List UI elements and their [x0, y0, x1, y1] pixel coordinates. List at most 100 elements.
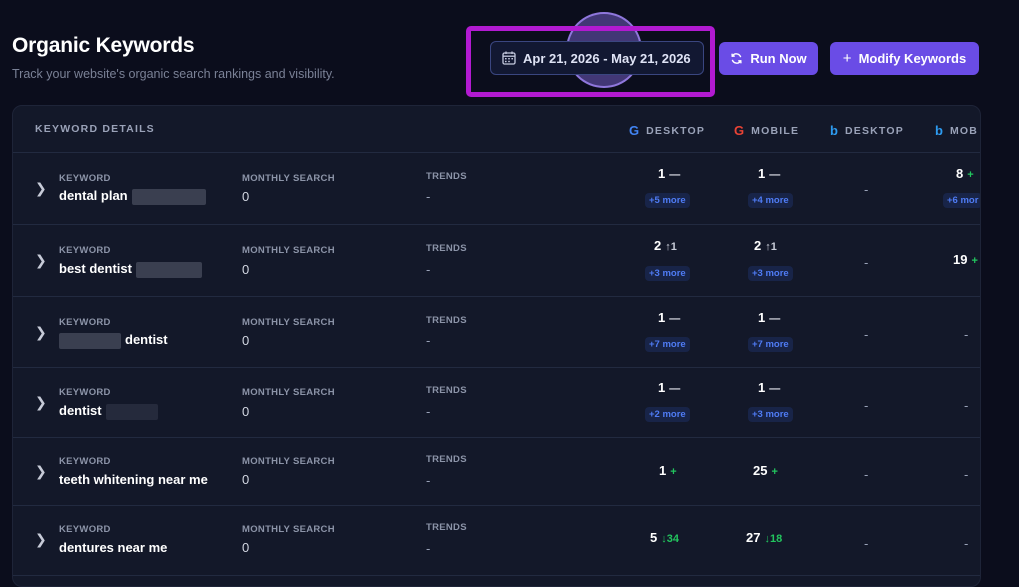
run-now-button[interactable]: Run Now [719, 42, 818, 75]
bing-icon: b [830, 123, 838, 138]
trends-label: TRENDS [426, 454, 467, 465]
google-mobile-rank: 1— [758, 380, 781, 395]
table-row[interactable]: ❯ KEYWORD best dentist MONTHLY SEARCH 0 … [13, 224, 980, 297]
google-desktop-rank: 1— [658, 166, 681, 181]
monthly-search-label: MONTHLY SEARCH [242, 173, 335, 184]
bing-desktop-rank: - [864, 398, 869, 413]
modify-keywords-label: Modify Keywords [858, 51, 967, 66]
bing-desktop-rank: - [864, 182, 869, 197]
monthly-search-value: 0 [242, 472, 250, 487]
trends-value: - [426, 473, 431, 488]
trends-label: TRENDS [426, 171, 467, 182]
more-positions-badge[interactable]: +7 more [748, 337, 793, 352]
trends-label: TRENDS [426, 522, 467, 533]
google-desktop-rank: 1— [658, 310, 681, 325]
more-positions-badge[interactable]: +3 more [748, 407, 793, 422]
run-now-label: Run Now [750, 51, 807, 66]
table-row[interactable]: ❯ KEYWORD dentures near me MONTHLY SEARC… [13, 505, 980, 576]
monthly-search-label: MONTHLY SEARCH [242, 456, 335, 467]
date-range-label: Apr 21, 2026 - May 21, 2026 [523, 50, 691, 66]
table-row[interactable]: ❯ KEYWORD teeth whitening near me MONTHL… [13, 437, 980, 506]
monthly-search-value: 0 [242, 333, 250, 348]
table-row[interactable]: ❯ KEYWORD dentist MONTHLY SEARCH 0 TREND… [13, 296, 980, 368]
more-positions-badge[interactable]: +5 more [645, 193, 690, 208]
modify-keywords-button[interactable]: + Modify Keywords [830, 42, 979, 75]
chevron-right-icon[interactable]: ❯ [35, 394, 47, 411]
chevron-right-icon[interactable]: ❯ [35, 252, 47, 269]
table-header: KEYWORD DETAILS G DESKTOP G MOBILE b DES… [13, 106, 980, 153]
table-row[interactable]: ❯ KEYWORD dental plan MONTHLY SEARCH 0 T… [13, 152, 980, 225]
header-bing-desktop[interactable]: b DESKTOP [830, 123, 904, 138]
bing-mobile-rank: - [964, 536, 969, 551]
more-positions-badge[interactable]: +6 mor [943, 193, 980, 208]
google-desktop-rank: 2 ↑1 [654, 238, 677, 253]
chevron-right-icon[interactable]: ❯ [35, 180, 47, 197]
monthly-search-label: MONTHLY SEARCH [242, 387, 335, 398]
bing-mobile-rank: - [964, 398, 969, 413]
bing-mobile-rank: 8 + [956, 166, 974, 181]
bing-mobile-rank: - [964, 467, 969, 482]
trends-value: - [426, 189, 431, 204]
redacted-text [59, 332, 121, 349]
monthly-search-value: 0 [242, 404, 250, 419]
keyword-label: KEYWORD [59, 387, 111, 398]
google-mobile-rank: 1— [758, 310, 781, 325]
monthly-search-label: MONTHLY SEARCH [242, 245, 335, 256]
chevron-right-icon[interactable]: ❯ [35, 463, 47, 480]
keyword-value: dental plan [59, 188, 206, 205]
monthly-search-label: MONTHLY SEARCH [242, 317, 335, 328]
bing-mobile-rank: - [964, 327, 969, 342]
monthly-search-value: 0 [242, 189, 250, 204]
more-positions-badge[interactable]: +2 more [645, 407, 690, 422]
plus-icon: + [842, 50, 852, 67]
google-icon: G [629, 123, 640, 138]
google-desktop-rank: 5 ↓34 [650, 530, 679, 545]
bing-desktop-rank: - [864, 536, 869, 551]
header-google-mobile[interactable]: G MOBILE [734, 123, 799, 138]
calendar-icon [502, 51, 516, 65]
more-positions-badge[interactable]: +7 more [645, 337, 690, 352]
google-desktop-rank: 1 + [659, 463, 677, 478]
keyword-label: KEYWORD [59, 245, 111, 256]
bing-mobile-rank: 19 + [953, 252, 978, 267]
monthly-search-label: MONTHLY SEARCH [242, 524, 335, 535]
trends-value: - [426, 333, 431, 348]
google-mobile-rank: 25 + [753, 463, 778, 478]
page-title: Organic Keywords [12, 34, 195, 57]
bing-desktop-rank: - [864, 327, 869, 342]
bing-icon: b [935, 123, 943, 138]
header-google-desktop[interactable]: G DESKTOP [629, 123, 705, 138]
keyword-value: dentist [59, 332, 168, 349]
keyword-value: dentures near me [59, 540, 168, 555]
monthly-search-value: 0 [242, 262, 250, 277]
header-keyword-details: KEYWORD DETAILS [35, 123, 155, 135]
redacted-text [135, 261, 202, 278]
keywords-table: KEYWORD DETAILS G DESKTOP G MOBILE b DES… [12, 105, 981, 587]
keyword-label: KEYWORD [59, 524, 111, 535]
keyword-value: teeth whitening near me [59, 472, 208, 487]
keyword-value: dentist [59, 403, 158, 420]
trends-value: - [426, 262, 431, 277]
date-range-picker[interactable]: Apr 21, 2026 - May 21, 2026 [490, 41, 704, 75]
more-positions-badge[interactable]: +4 more [748, 193, 793, 208]
chevron-right-icon[interactable]: ❯ [35, 324, 47, 341]
redacted-text [105, 403, 158, 420]
google-mobile-rank: 27 ↓18 [746, 530, 783, 545]
more-positions-badge[interactable]: +3 more [645, 266, 690, 281]
more-positions-badge[interactable]: +3 more [748, 266, 793, 281]
google-mobile-rank: 1— [758, 166, 781, 181]
bing-desktop-rank: - [864, 255, 869, 270]
keyword-value: best dentist [59, 261, 202, 278]
chevron-right-icon[interactable]: ❯ [35, 531, 47, 548]
header-bing-mobile[interactable]: b MOB [935, 123, 978, 138]
google-icon: G [734, 123, 745, 138]
bing-desktop-rank: - [864, 467, 869, 482]
keyword-label: KEYWORD [59, 173, 111, 184]
refresh-icon [731, 53, 742, 64]
google-desktop-rank: 1— [658, 380, 681, 395]
trends-label: TRENDS [426, 315, 467, 326]
trends-value: - [426, 404, 431, 419]
trends-label: TRENDS [426, 385, 467, 396]
google-mobile-rank: 2 ↑1 [754, 238, 777, 253]
table-row[interactable]: ❯ KEYWORD dentist MONTHLY SEARCH 0 TREND… [13, 367, 980, 438]
